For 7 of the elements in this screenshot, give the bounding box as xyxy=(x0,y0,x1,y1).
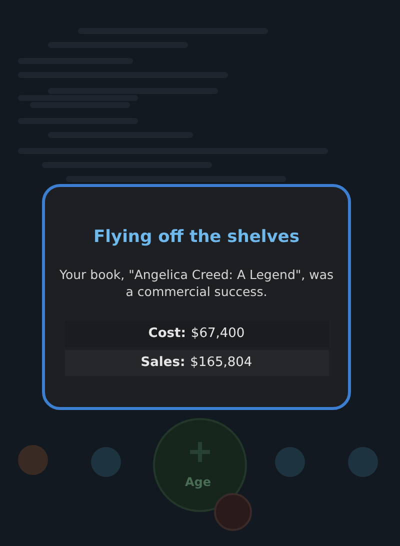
dialog-message: Your book, "Angelica Creed: A Legend", was a commercial success. xyxy=(58,267,334,301)
stat-label: Cost: xyxy=(148,326,186,342)
age-label: Age xyxy=(185,475,212,489)
stat-value: $165,804 xyxy=(190,355,252,370)
dialog-title: Flying off the shelves xyxy=(94,227,300,247)
stat-value: $67,400 xyxy=(190,326,245,342)
stat-label: Sales: xyxy=(140,355,186,370)
